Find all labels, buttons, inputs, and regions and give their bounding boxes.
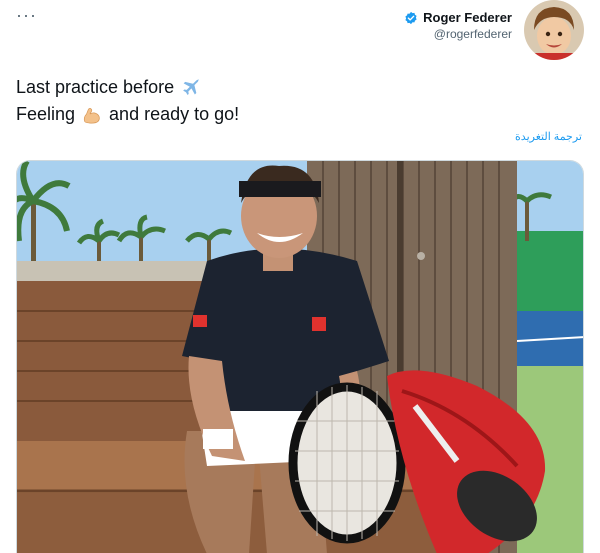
tweet-author[interactable]: Roger Federer @rogerfederer [404, 10, 512, 41]
flexed-biceps-icon [83, 107, 100, 123]
avatar[interactable] [524, 0, 584, 60]
tweet-photo[interactable] [16, 160, 584, 553]
author-name[interactable]: Roger Federer [423, 10, 512, 25]
racket-front [288, 382, 406, 544]
airplane-icon [183, 78, 200, 95]
author-handle[interactable]: @rogerfederer [404, 27, 512, 41]
tweet-text: Last practice before Feeling and ready t… [16, 74, 239, 128]
more-options-icon[interactable]: ··· [16, 6, 37, 24]
tweet-text-line1: Last practice before [16, 77, 175, 97]
translate-tweet-link[interactable]: ترجمة التغريدة [515, 130, 582, 143]
tweet-text-line2-start: Feeling [16, 104, 76, 124]
verified-badge-icon [405, 11, 417, 24]
tweet-text-line2-end: and ready to go! [109, 104, 240, 124]
